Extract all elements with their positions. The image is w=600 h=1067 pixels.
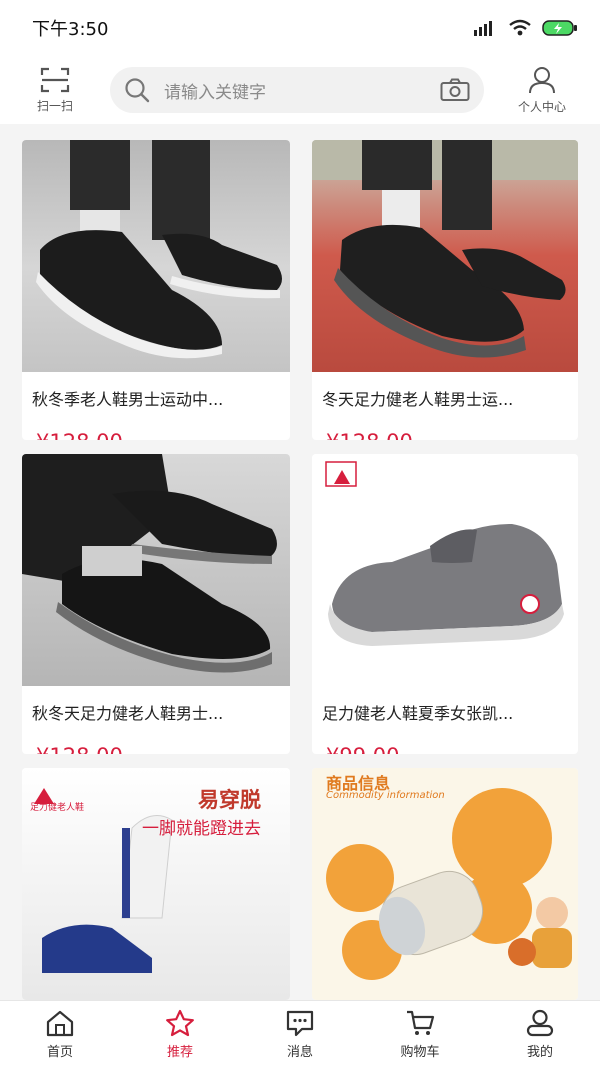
status-bar: 下午3:50	[0, 0, 600, 56]
profile-icon	[529, 66, 555, 93]
scan-button[interactable]: 扫一扫	[0, 67, 110, 114]
user-icon	[526, 1009, 554, 1036]
nav-mine[interactable]: 我的	[480, 1001, 600, 1067]
camera-icon[interactable]	[440, 78, 470, 102]
nav-mine-label: 我的	[526, 1044, 553, 1060]
search-icon	[125, 78, 150, 103]
nav-messages[interactable]: 消息	[240, 1001, 360, 1067]
product-image	[312, 454, 578, 686]
product-title: 足力健老人鞋夏季女张凯...	[322, 704, 514, 723]
product-grid: 秋冬季老人鞋男士运动中... ¥128.00 0 冬天足力健老人鞋男士运... …	[0, 124, 600, 1000]
wifi-icon	[509, 19, 531, 36]
product-card[interactable]: 冬天足力健老人鞋男士运... ¥128.00 0	[312, 140, 578, 440]
nav-messages-label: 消息	[286, 1044, 313, 1060]
product-sold-count: 0	[556, 438, 564, 440]
product-card[interactable]: 足力健老人鞋 易穿脱 一脚就能蹬进去	[22, 768, 290, 1000]
nav-cart[interactable]: 购物车	[360, 1001, 480, 1067]
profile-button[interactable]: 个人中心	[484, 66, 600, 115]
scan-icon	[40, 67, 70, 92]
signal-icon	[474, 21, 492, 36]
message-icon	[286, 1010, 314, 1036]
product-price: ¥128.00	[36, 430, 123, 440]
nav-recommend[interactable]: 推荐	[120, 1001, 240, 1067]
product-sold-count: 0	[556, 752, 564, 754]
profile-label: 个人中心	[517, 99, 566, 114]
product-card[interactable]: 秋冬天足力健老人鞋男士... ¥128.00 0	[22, 454, 290, 754]
product-image: 足力健老人鞋 易穿脱 一脚就能蹬进去	[22, 768, 290, 1000]
product-price: ¥99.00	[326, 744, 399, 754]
product-image	[22, 454, 290, 686]
nav-home[interactable]: 首页	[0, 1001, 120, 1067]
product-card[interactable]: 足力健老人鞋夏季女张凯... ¥99.00 0	[312, 454, 578, 754]
bottom-nav: 首页 推荐 消息 购物车 我的	[0, 1000, 600, 1067]
product-title: 冬天足力健老人鞋男士运...	[322, 390, 514, 409]
product-price: ¥128.00	[326, 430, 413, 440]
nav-recommend-label: 推荐	[166, 1044, 193, 1060]
scan-label: 扫一扫	[36, 98, 73, 113]
search-placeholder: 请输入关键字	[164, 82, 266, 103]
product-image	[22, 140, 290, 372]
product-sold-count: 0	[268, 752, 276, 754]
home-icon	[46, 1010, 74, 1036]
product-title: 秋冬天足力健老人鞋男士...	[32, 704, 224, 723]
status-time: 下午3:50	[32, 19, 109, 40]
nav-home-label: 首页	[46, 1044, 73, 1060]
cart-icon	[407, 1010, 435, 1035]
banner-subline: 一脚就能蹬进去	[142, 819, 261, 839]
product-title: 秋冬季老人鞋男士运动中...	[32, 390, 224, 409]
star-icon	[166, 1009, 194, 1036]
product-image: 商品信息 Commodity information	[312, 768, 578, 1000]
top-bar: 扫一扫 请输入关键字 个人中心	[0, 56, 600, 124]
status-icons	[474, 19, 578, 37]
product-price: ¥128.00	[36, 744, 123, 754]
product-sold-count: 0	[268, 438, 276, 440]
banner-heading-en: Commodity information	[326, 790, 445, 801]
battery-icon	[542, 20, 577, 36]
product-card[interactable]: 商品信息 Commodity information	[312, 768, 578, 1000]
product-card[interactable]: 秋冬季老人鞋男士运动中... ¥128.00 0	[22, 140, 290, 440]
product-image	[312, 140, 578, 372]
search-input[interactable]: 请输入关键字	[110, 67, 484, 113]
banner-headline: 易穿脱	[198, 788, 261, 812]
nav-cart-label: 购物车	[400, 1044, 440, 1060]
banner-brand: 足力健老人鞋	[30, 803, 85, 813]
